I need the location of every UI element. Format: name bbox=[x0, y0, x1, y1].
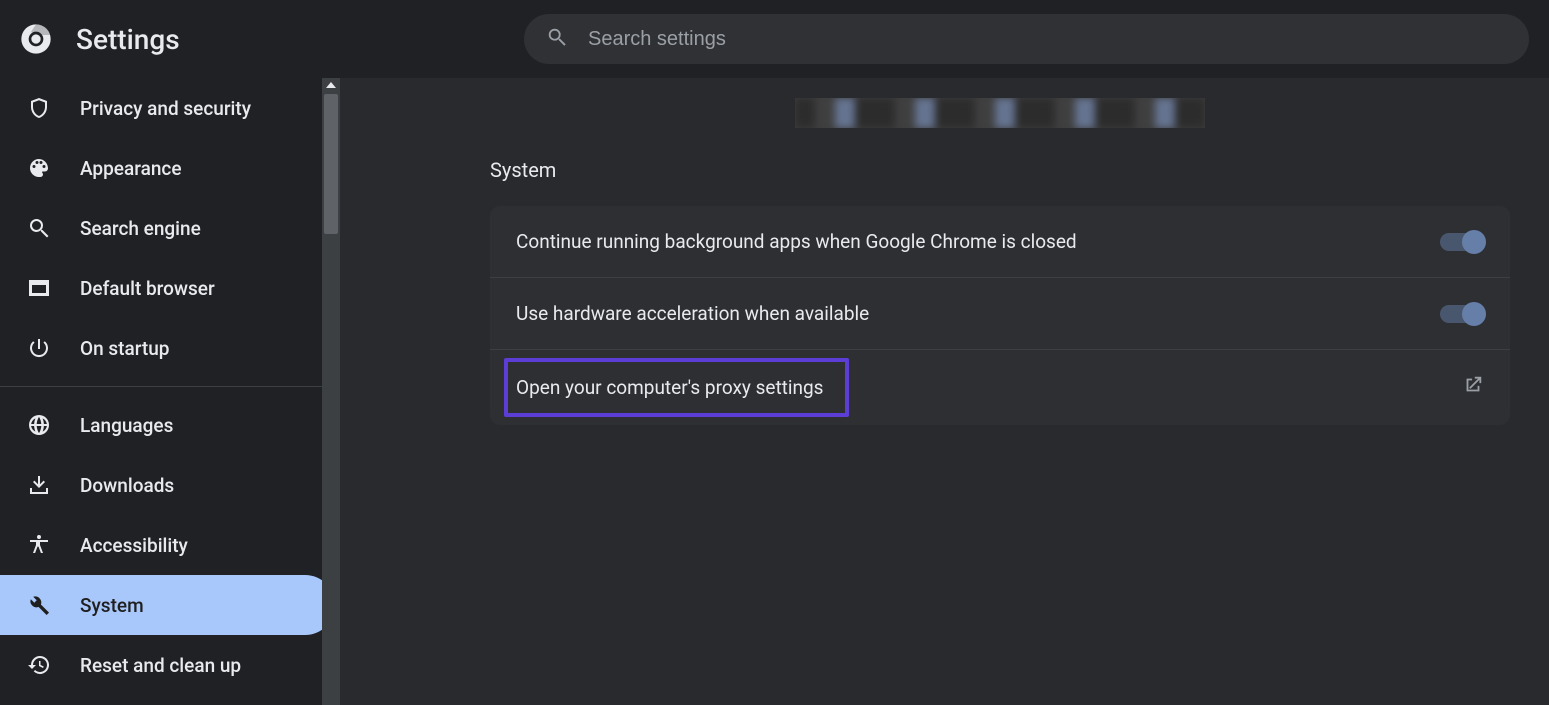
scrollbar-thumb[interactable] bbox=[324, 94, 338, 234]
sidebar-item-label: On startup bbox=[80, 337, 170, 360]
sidebar-item-startup[interactable]: On startup bbox=[0, 318, 320, 378]
nav-divider bbox=[0, 386, 340, 387]
wrench-icon bbox=[26, 592, 52, 618]
sidebar-item-appearance[interactable]: Appearance bbox=[0, 138, 320, 198]
sidebar-item-label: System bbox=[80, 594, 144, 617]
header: Settings bbox=[0, 0, 1549, 78]
palette-icon bbox=[26, 155, 52, 181]
sidebar-item-accessibility[interactable]: Accessibility bbox=[0, 515, 320, 575]
sidebar-item-label: Accessibility bbox=[80, 534, 188, 557]
sidebar-item-reset[interactable]: Reset and clean up bbox=[0, 635, 320, 695]
toggle-hw-accel[interactable] bbox=[1440, 305, 1484, 323]
sidebar-item-system[interactable]: System bbox=[0, 575, 335, 635]
page-title: Settings bbox=[76, 23, 180, 56]
setting-label: Continue running background apps when Go… bbox=[516, 230, 1077, 253]
setting-label: Use hardware acceleration when available bbox=[516, 302, 869, 325]
main-content: System Continue running background apps … bbox=[340, 78, 1549, 705]
sidebar-item-label: Downloads bbox=[80, 474, 174, 497]
toggle-bg-apps[interactable] bbox=[1440, 233, 1484, 251]
setting-row-hw-accel[interactable]: Use hardware acceleration when available bbox=[490, 278, 1510, 350]
sidebar: Privacy and security Appearance Search eng… bbox=[0, 78, 340, 705]
redacted-banner bbox=[795, 98, 1205, 128]
accessibility-icon bbox=[26, 532, 52, 558]
shield-icon bbox=[26, 95, 52, 121]
scroll-up-arrow-icon[interactable] bbox=[326, 82, 336, 88]
download-icon bbox=[26, 472, 52, 498]
header-left: Settings bbox=[20, 23, 500, 56]
sidebar-item-label: Reset and clean up bbox=[80, 654, 241, 677]
sidebar-item-label: Appearance bbox=[80, 157, 182, 180]
chrome-logo-icon bbox=[20, 23, 52, 55]
search-input[interactable] bbox=[588, 28, 1507, 51]
toggle-knob bbox=[1462, 230, 1486, 254]
power-icon bbox=[26, 335, 52, 361]
setting-row-proxy[interactable]: Open your computer's proxy settings bbox=[490, 350, 1510, 425]
sidebar-scrollbar[interactable] bbox=[322, 78, 340, 705]
search-icon bbox=[26, 215, 52, 241]
search-settings[interactable] bbox=[524, 14, 1529, 64]
toggle-knob bbox=[1462, 302, 1486, 326]
settings-card: Continue running background apps when Go… bbox=[490, 206, 1510, 425]
body: Privacy and security Appearance Search eng… bbox=[0, 78, 1549, 705]
sidebar-item-label: Search engine bbox=[80, 217, 201, 240]
window-icon bbox=[26, 275, 52, 301]
search-icon bbox=[546, 26, 568, 52]
section-title: System bbox=[490, 158, 1510, 182]
restore-icon bbox=[26, 652, 52, 678]
sidebar-item-downloads[interactable]: Downloads bbox=[0, 455, 320, 515]
external-link-icon bbox=[1462, 374, 1484, 401]
sidebar-item-privacy[interactable]: Privacy and security bbox=[0, 78, 320, 138]
sidebar-item-label: Default browser bbox=[80, 277, 215, 300]
sidebar-item-label: Languages bbox=[80, 414, 173, 437]
setting-label: Open your computer's proxy settings bbox=[516, 376, 824, 399]
sidebar-item-label: Privacy and security bbox=[80, 97, 251, 120]
sidebar-item-default[interactable]: Default browser bbox=[0, 258, 320, 318]
setting-row-bg-apps[interactable]: Continue running background apps when Go… bbox=[490, 206, 1510, 278]
sidebar-item-search[interactable]: Search engine bbox=[0, 198, 320, 258]
sidebar-item-languages[interactable]: Languages bbox=[0, 395, 320, 455]
globe-icon bbox=[26, 412, 52, 438]
